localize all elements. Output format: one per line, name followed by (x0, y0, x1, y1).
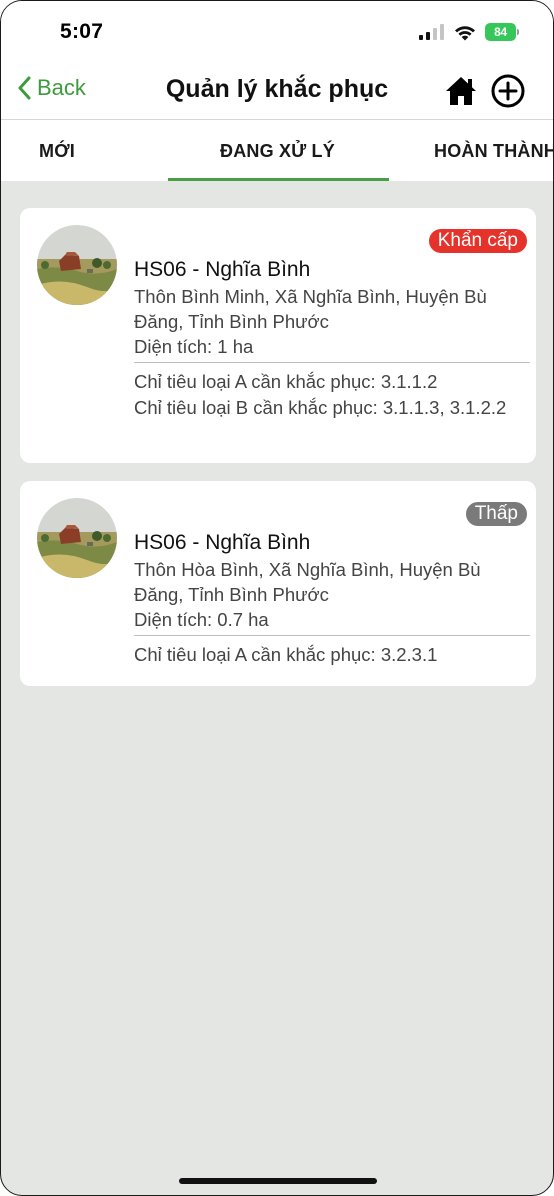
card-divider (134, 635, 530, 636)
tab-bar: MỚI ĐANG XỬ LÝ HOÀN THÀNH (1, 120, 553, 181)
card-title: HS06 - Nghĩa Bình (134, 258, 311, 281)
priority-badge: Khẩn cấp (428, 229, 527, 253)
home-button[interactable] (444, 75, 478, 107)
card-address: Thôn Hòa Bình, Xã Nghĩa Bình, Huyện Bù Đ… (134, 559, 481, 605)
card-divider (134, 362, 530, 363)
status-time: 5:07 (60, 20, 104, 43)
card-area: Diện tích: 1 ha (134, 336, 254, 357)
phone-screen: 5:07 84 Back Quản lý khắc phục MỚI ĐANG … (0, 0, 554, 1196)
criteria-line: Chỉ tiêu loại A cần khắc phục: 3.2.3.1 (134, 644, 438, 665)
chevron-left-icon (18, 76, 31, 100)
card-content: HS06 - Nghĩa Bình Thôn Hòa Bình, Xã Nghĩ… (134, 529, 530, 668)
card-area: Diện tích: 0.7 ha (134, 609, 269, 630)
site-thumbnail (37, 498, 117, 578)
plus-circle-icon (491, 74, 525, 108)
card-address: Thôn Bình Minh, Xã Nghĩa Bình, Huyện Bù … (134, 286, 487, 332)
priority-badge: Thấp (465, 502, 527, 526)
back-label: Back (37, 75, 86, 100)
status-bar: 5:07 84 (1, 1, 553, 63)
navigation-bar: Back Quản lý khắc phục (1, 63, 553, 120)
battery-cap (517, 29, 519, 35)
site-thumbnail (37, 225, 117, 305)
active-tab-indicator (168, 178, 389, 181)
card-content: HS06 - Nghĩa Bình Thôn Bình Minh, Xã Ngh… (134, 256, 530, 421)
card-title: HS06 - Nghĩa Bình (134, 531, 311, 554)
add-button[interactable] (491, 74, 525, 108)
tab-new[interactable]: MỚI (39, 141, 75, 162)
home-icon (446, 77, 476, 105)
back-button[interactable]: Back (17, 75, 86, 101)
criteria-line: Chỉ tiêu loại A cần khắc phục: 3.1.1.2 (134, 371, 438, 392)
tab-processing[interactable]: ĐANG XỬ LÝ (220, 141, 335, 162)
status-icons: 84 (419, 23, 519, 41)
home-indicator (179, 1178, 377, 1184)
battery-indicator: 84 (485, 23, 519, 41)
wifi-icon (455, 25, 475, 40)
criteria-line: Chỉ tiêu loại B cần khắc phục: 3.1.1.3, … (134, 397, 507, 418)
remediation-card[interactable]: Thấp HS06 - Nghĩa Bình Thôn Hòa Bình, Xã… (20, 481, 536, 686)
cellular-signal-icon (419, 24, 444, 40)
tab-completed[interactable]: HOÀN THÀNH (434, 141, 553, 162)
remediation-card[interactable]: Khẩn cấp HS06 - Nghĩa Bình Thôn Bình Min… (20, 208, 536, 463)
battery-level: 84 (485, 23, 516, 41)
